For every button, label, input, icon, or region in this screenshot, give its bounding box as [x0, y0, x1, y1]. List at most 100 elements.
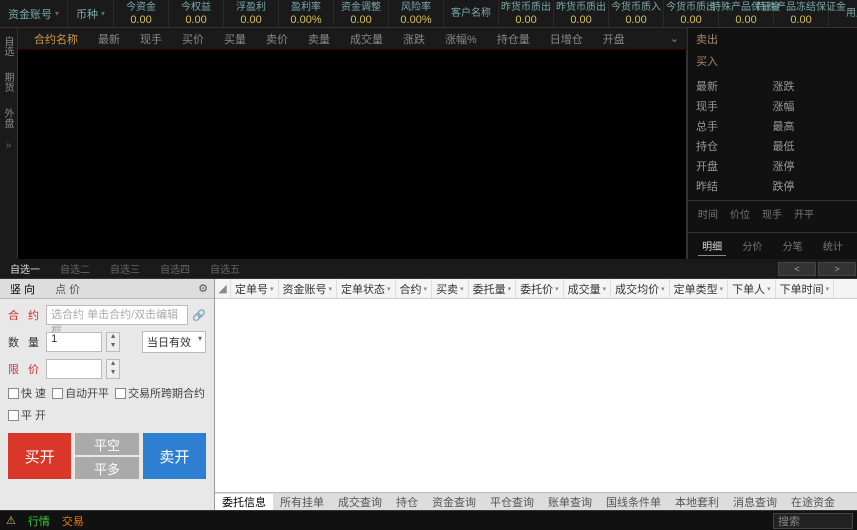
close-long-button[interactable]: 平多: [75, 457, 138, 479]
qh-askqty[interactable]: 卖量: [298, 31, 340, 47]
gh-side[interactable]: 买卖▾: [432, 279, 469, 298]
order-entry-panel: 竖 向 点 价 ⚙ 合 约 选合约 单击合约/双击编辑框 🔗 数 量 1 ▲▼ …: [0, 279, 215, 510]
bt-messages[interactable]: 消息查询: [726, 494, 784, 510]
rp-ftab-priceticks[interactable]: 分价: [738, 236, 766, 256]
rp-ftab-ticks[interactable]: 分笔: [779, 236, 807, 256]
quote-expand-icon[interactable]: ⌄: [662, 32, 687, 45]
currency-dropdown[interactable]: 币种▾: [68, 0, 114, 27]
rp-prevsettle-label: 昨结: [696, 176, 773, 196]
gh-trader[interactable]: 下单人▾: [728, 279, 776, 298]
gh-fillqty[interactable]: 成交量▾: [564, 279, 612, 298]
close-short-button[interactable]: 平空: [75, 433, 138, 455]
status-quotes[interactable]: 行情: [22, 513, 56, 529]
nav-next-button[interactable]: >: [818, 262, 856, 276]
bt-closequery[interactable]: 平仓查询: [483, 494, 541, 510]
nav-prev-button[interactable]: <: [778, 262, 816, 276]
rp-ftab-detail[interactable]: 明细: [698, 236, 726, 256]
sel-tab-3[interactable]: 自选三: [100, 261, 150, 276]
rp-high-label: 最高: [773, 116, 850, 136]
bt-statement[interactable]: 账单查询: [541, 494, 599, 510]
qh-vol[interactable]: 现手: [130, 31, 172, 47]
sel-tab-5[interactable]: 自选五: [200, 261, 250, 276]
qty-input[interactable]: 1: [46, 332, 102, 352]
qh-contract[interactable]: 合约名称: [22, 31, 88, 47]
qh-oichange[interactable]: 日增仓: [540, 31, 593, 47]
qh-bidqty[interactable]: 买量: [214, 31, 256, 47]
check-exchange-spread[interactable]: 交易所跨期合约: [115, 385, 205, 401]
rp-tab-oc[interactable]: 开平: [788, 203, 820, 224]
bt-fills[interactable]: 成交查询: [331, 494, 389, 510]
check-closeopen[interactable]: 平 开: [8, 407, 46, 423]
bt-klinecond[interactable]: 国线条件单: [599, 494, 668, 510]
gh-account[interactable]: 资金账号▾: [279, 279, 338, 298]
buy-open-button[interactable]: 买开: [8, 433, 71, 479]
bottom-tabs: 委托信息 所有挂单 成交查询 持仓 资金查询 平仓查询 账单查询 国线条件单 本…: [215, 492, 857, 510]
bt-transit[interactable]: 在途资金: [784, 494, 842, 510]
vtab-watchlist[interactable]: 自选: [0, 28, 17, 64]
stat-today-equity: 今权益0.00: [169, 0, 224, 27]
rp-tab-vol[interactable]: 现手: [756, 203, 788, 224]
gh-contract[interactable]: 合约▾: [396, 279, 433, 298]
bt-allpending[interactable]: 所有挂单: [273, 494, 331, 510]
check-autoopenclose[interactable]: 自动开平: [52, 385, 109, 401]
qh-bid[interactable]: 买价: [172, 31, 214, 47]
rp-oi-label: 持仓: [696, 136, 773, 156]
qh-volume[interactable]: 成交量: [340, 31, 393, 47]
vertical-tabs: 自选 期货 外盘 »: [0, 28, 18, 259]
grid-corner[interactable]: ◢: [215, 279, 231, 298]
contract-link-icon[interactable]: 🔗: [192, 309, 206, 322]
sell-open-button[interactable]: 卖开: [143, 433, 206, 479]
bt-positions[interactable]: 持仓: [389, 494, 425, 510]
stat-float-profit: 浮盈利0.00: [224, 0, 279, 27]
gh-orderqty[interactable]: 委托量▾: [469, 279, 517, 298]
qh-ask[interactable]: 卖价: [256, 31, 298, 47]
bt-orderinfo[interactable]: 委托信息: [215, 494, 273, 510]
stat-prev-pledge-out2: 昨货币质出0.00: [554, 0, 609, 27]
gh-status[interactable]: 定单状态▾: [337, 279, 396, 298]
limit-price-input[interactable]: [46, 359, 102, 379]
vtab-foreign[interactable]: 外盘: [0, 100, 17, 136]
vtab-futures[interactable]: 期货: [0, 64, 17, 100]
qty-spinner[interactable]: ▲▼: [106, 332, 120, 352]
stat-prev-pledge-out1: 昨货币质出0.00: [499, 0, 554, 27]
stat-fund-adjust: 资金调整0.00: [334, 0, 389, 27]
qh-change[interactable]: 涨跌: [393, 31, 435, 47]
check-fast[interactable]: 快 速: [8, 385, 46, 401]
sel-tab-1[interactable]: 自选一: [0, 261, 50, 276]
price-spinner[interactable]: ▲▼: [106, 359, 120, 379]
validity-select[interactable]: 当日有效: [142, 331, 206, 353]
qh-last[interactable]: 最新: [88, 31, 130, 47]
qh-changepct[interactable]: 涨幅%: [435, 31, 487, 47]
search-input[interactable]: 搜索: [773, 513, 853, 529]
sel-tab-4[interactable]: 自选四: [150, 261, 200, 276]
rp-low-label: 最低: [773, 136, 850, 156]
rp-open-label: 开盘: [696, 156, 773, 176]
gh-ordertime[interactable]: 下单时间▾: [776, 279, 835, 298]
account-dropdown[interactable]: 资金账号▾: [0, 0, 68, 27]
vtab-more-icon[interactable]: »: [0, 136, 17, 155]
gh-orderprice[interactable]: 委托价▾: [516, 279, 564, 298]
gh-avgprice[interactable]: 成交均价▾: [611, 279, 670, 298]
qty-label: 数 量: [8, 334, 42, 350]
rp-tab-price[interactable]: 价位: [724, 203, 756, 224]
qh-open[interactable]: 开盘: [593, 31, 635, 47]
sel-tab-2[interactable]: 自选二: [50, 261, 100, 276]
gh-ordertype[interactable]: 定单类型▾: [670, 279, 729, 298]
order-tab-vertical[interactable]: 竖 向: [0, 281, 45, 297]
order-settings-icon[interactable]: ⚙: [192, 282, 214, 295]
rp-pct-label: 涨幅: [773, 96, 850, 116]
bt-funds[interactable]: 资金查询: [425, 494, 483, 510]
rp-tab-time[interactable]: 时间: [692, 203, 724, 224]
qh-oi[interactable]: 持仓量: [487, 31, 540, 47]
stat-client-name: 客户名称: [444, 0, 499, 27]
gh-orderid[interactable]: 定单号▾: [231, 279, 279, 298]
status-trade[interactable]: 交易: [56, 513, 90, 529]
order-tab-pointprice[interactable]: 点 价: [45, 281, 90, 297]
warning-icon[interactable]: ⚠: [0, 514, 22, 527]
rp-ftab-stats[interactable]: 统计: [819, 236, 847, 256]
rp-buy-label: 买入: [696, 53, 718, 69]
stat-profit-rate: 盈利率0.00%: [279, 0, 334, 27]
bt-localarb[interactable]: 本地套利: [668, 494, 726, 510]
stat-special-frozen: 特殊产品冻结保证金0.00: [774, 0, 829, 27]
contract-input[interactable]: 选合约 单击合约/双击编辑框: [46, 305, 188, 325]
